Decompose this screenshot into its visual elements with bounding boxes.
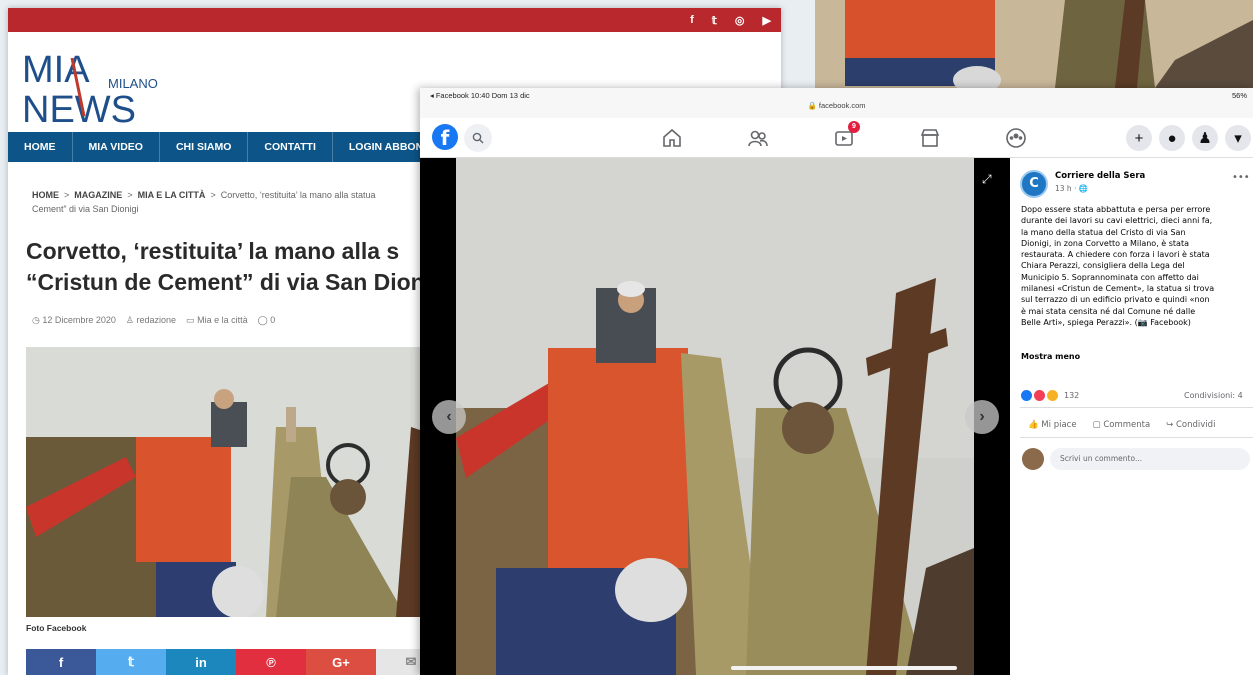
breadcrumb: HOME > MAGAZINE > MIA E LA CITTÀ > Corve… <box>32 188 432 216</box>
reactions-summary[interactable]: 132 <box>1021 390 1079 401</box>
twitter-icon[interactable]: 𝕥 <box>712 14 717 27</box>
share-twitter-button[interactable]: 𝕥 <box>96 649 166 675</box>
nav-mia-video[interactable]: MIA VIDEO <box>73 132 160 162</box>
facebook-icon[interactable]: f <box>690 14 694 26</box>
share-pinterest-button[interactable]: ℗ <box>236 649 306 675</box>
post-sidebar: C Corriere della Sera 13 h · 🌐 ••• Dopo … <box>1010 158 1253 675</box>
post-time[interactable]: 13 h · 🌐 <box>1055 184 1088 193</box>
divider <box>1020 407 1253 408</box>
status-left: ◂ Facebook 10:40 Dom 13 dic <box>430 91 530 100</box>
divider <box>1020 437 1253 438</box>
previous-photo-button[interactable]: ‹ <box>432 400 466 434</box>
home-icon[interactable] <box>660 126 684 150</box>
article-title-line-2: “Cristun de Cement” di via San Dion <box>26 269 425 295</box>
article-title-line-1: Corvetto, ‘restituita’ la mano alla s <box>26 238 400 264</box>
viewer-photo <box>456 158 974 675</box>
battery-status: 56% <box>1231 91 1247 100</box>
article-date: ◷ 12 Dicembre 2020 <box>32 315 116 325</box>
photo-viewer: ‹ › ⤢ <box>420 158 1010 675</box>
share-linkedin-button[interactable]: in <box>166 649 236 675</box>
angry-reaction-icon <box>1047 390 1058 401</box>
nav-chi-siamo[interactable]: CHI SIAMO <box>160 132 249 162</box>
statue-photo <box>26 347 426 617</box>
marketplace-icon[interactable] <box>918 126 942 150</box>
comment-input[interactable]: Scrivi un commento... <box>1050 448 1250 470</box>
statue-photo-crop <box>815 0 1253 88</box>
share-google-button[interactable]: G+ <box>306 649 376 675</box>
facebook-window: ◂ Facebook 10:40 Dom 13 dic 🔒 facebook.c… <box>420 88 1253 675</box>
screenshot-composite: f 𝕥 ◎ ▶ MIA NEWS MILANO HOME MIA VIDEO C… <box>0 0 1253 675</box>
comment-composer: Scrivi un commento... <box>1022 448 1250 470</box>
like-reaction-icon <box>1021 390 1032 401</box>
home-indicator <box>731 666 957 670</box>
clock-icon: ◷ <box>32 315 40 325</box>
more-options-icon[interactable]: ••• <box>1232 172 1250 183</box>
logo-city: MILANO <box>108 76 158 91</box>
article-meta: ◷ 12 Dicembre 2020 ♙ redazione ▭ Mia e l… <box>32 315 275 326</box>
site-top-bar: f 𝕥 ◎ ▶ <box>8 8 781 32</box>
article-author[interactable]: ♙ redazione <box>126 315 176 326</box>
breadcrumb-current-cont: Cement” di via San Dionigi <box>32 204 139 214</box>
breadcrumb-home[interactable]: HOME <box>32 190 59 200</box>
page-avatar[interactable]: C <box>1020 170 1048 198</box>
messenger-icon[interactable]: ● <box>1159 125 1185 151</box>
thumbs-up-icon: 👍 <box>1028 420 1039 430</box>
breadcrumb-current: Corvetto, ‘restituita’ la mano alla stat… <box>220 190 376 200</box>
breadcrumb-magazine[interactable]: MAGAZINE <box>74 190 122 200</box>
facebook-logo-icon[interactable]: f <box>432 124 458 150</box>
youtube-icon[interactable]: ▶ <box>763 14 771 27</box>
site-logo[interactable]: MIA NEWS MILANO <box>22 46 162 126</box>
breadcrumb-sep: > <box>210 190 216 200</box>
expand-icon[interactable]: ⤢ <box>982 172 992 187</box>
reactions-count: 132 <box>1064 391 1080 400</box>
breadcrumb-sep: > <box>64 190 70 200</box>
instagram-icon[interactable]: ◎ <box>735 14 745 27</box>
share-facebook-button[interactable]: f <box>26 649 96 675</box>
article-category[interactable]: ▭ Mia e la città <box>186 315 248 326</box>
article-hero-image <box>26 347 426 617</box>
show-less-link[interactable]: Mostra meno <box>1021 352 1080 361</box>
page-name[interactable]: Corriere della Sera <box>1055 171 1145 181</box>
shares-count[interactable]: Condivisioni: 4 <box>1184 391 1243 400</box>
post-text: Dopo essere stata abbattuta e persa per … <box>1021 205 1215 327</box>
facebook-top-bar: f 9 + ● ♟ ▾ <box>420 118 1253 158</box>
article-title: Corvetto, ‘restituita’ la mano alla s “C… <box>26 236 426 298</box>
groups-icon[interactable] <box>1004 126 1028 150</box>
user-icon: ♙ <box>125 315 134 325</box>
ios-status-bar: ◂ Facebook 10:40 Dom 13 dic 🔒 facebook.c… <box>420 88 1253 118</box>
comment-bubble-icon: ▢ <box>1092 420 1101 430</box>
nav-home[interactable]: HOME <box>8 132 73 162</box>
comment-button[interactable]: ▢ Commenta <box>1093 420 1151 430</box>
image-caption: Foto Facebook <box>26 623 87 633</box>
like-button[interactable]: 👍 Mi piace <box>1028 420 1077 430</box>
statue-photo-large <box>456 158 974 675</box>
url-bar[interactable]: 🔒 facebook.com <box>420 101 1253 110</box>
next-photo-button[interactable]: › <box>965 400 999 434</box>
post-actions: 👍 Mi piace ▢ Commenta ↪ Condividi <box>1028 420 1215 430</box>
search-icon[interactable] <box>464 124 492 152</box>
breadcrumb-sep: > <box>127 190 133 200</box>
account-menu-icon[interactable]: ▾ <box>1225 125 1251 151</box>
breadcrumb-section[interactable]: MIA E LA CITTÀ <box>138 190 206 200</box>
share-bar: f 𝕥 in ℗ G+ ✉ <box>26 649 446 675</box>
folder-icon: ▭ <box>186 315 195 325</box>
photo-snippet-top-right <box>815 0 1253 88</box>
notification-badge: 9 <box>848 121 860 133</box>
user-avatar[interactable] <box>1022 448 1044 470</box>
love-reaction-icon <box>1034 390 1045 401</box>
logo-top: MIA <box>22 49 90 91</box>
notifications-bell-icon[interactable]: ♟ <box>1192 125 1218 151</box>
comment-icon: ◯ <box>257 315 268 325</box>
friends-icon[interactable] <box>746 126 770 150</box>
nav-contatti[interactable]: CONTATTI <box>248 132 333 162</box>
create-plus-button[interactable]: + <box>1126 125 1152 151</box>
article-comments[interactable]: ◯ 0 <box>258 315 276 326</box>
share-button[interactable]: ↪ Condividi <box>1166 420 1215 430</box>
share-arrow-icon: ↪ <box>1166 420 1174 430</box>
